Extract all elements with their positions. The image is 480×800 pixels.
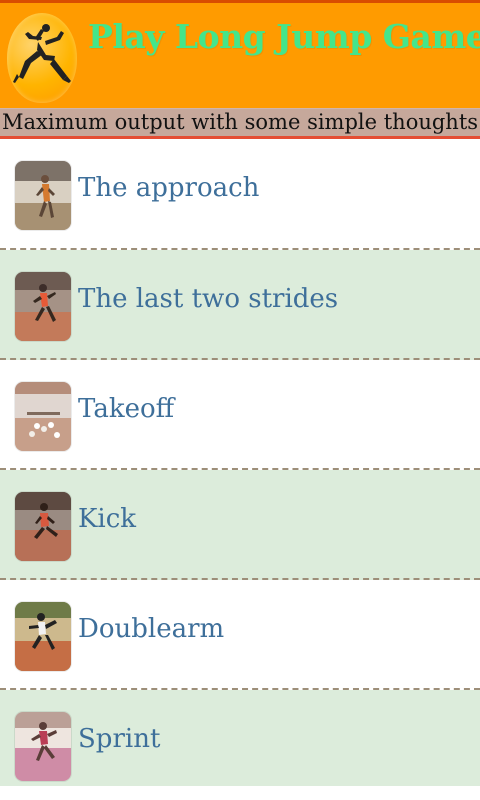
list-item-sprint[interactable]: Sprint [0, 690, 480, 800]
app-header: Play Long Jump Games [0, 0, 480, 108]
list-item-label: Takeoff [78, 394, 175, 424]
tagline-bar: Maximum output with some simple thoughts… [0, 108, 480, 139]
bottom-spacer [0, 786, 480, 800]
tagline-text: Maximum output with some simple thoughts… [2, 110, 480, 134]
doublearm-photo-icon [15, 602, 71, 671]
list-item-label: The approach [78, 173, 260, 203]
list-item-approach[interactable]: The approach [0, 139, 480, 250]
app-title: Play Long Jump Games [88, 17, 480, 56]
list-item-last-two-strides[interactable]: The last two strides [0, 250, 480, 360]
list-item-takeoff[interactable]: Takeoff [0, 360, 480, 470]
app-screen: Play Long Jump Games Maximum output with… [0, 0, 480, 800]
takeoff-photo-icon [15, 382, 71, 451]
list-item-doublearm[interactable]: Doublearm [0, 580, 480, 690]
list-item-label: The last two strides [78, 284, 339, 314]
list-item-label: Doublearm [78, 614, 225, 644]
list-item-label: Sprint [78, 724, 161, 754]
long-jumper-icon [7, 13, 77, 103]
sprint-photo-icon [15, 712, 71, 781]
topic-list: The approach The last two strides Takeof… [0, 139, 480, 800]
list-item-kick[interactable]: Kick [0, 470, 480, 580]
last-strides-photo-icon [15, 272, 71, 341]
approach-photo-icon [15, 161, 71, 230]
kick-photo-icon [15, 492, 71, 561]
list-item-label: Kick [78, 504, 137, 534]
